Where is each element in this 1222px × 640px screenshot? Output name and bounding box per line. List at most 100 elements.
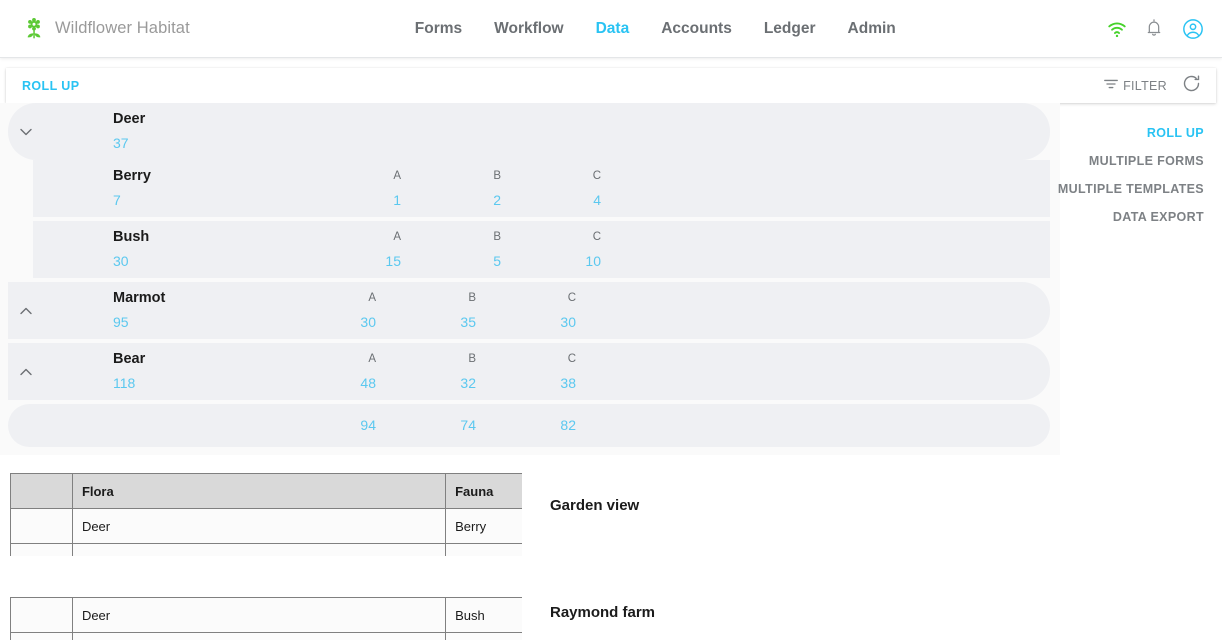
total-a: 94 <box>316 404 376 447</box>
metric-b: B 35 <box>416 282 476 339</box>
table-row <box>10 632 522 640</box>
row-total: 95 <box>113 314 129 330</box>
metric-header: B <box>493 231 501 243</box>
chevron-up-icon[interactable] <box>16 362 36 382</box>
metric-c: C 4 <box>541 160 601 217</box>
metric-value: 38 <box>560 375 576 391</box>
metric-header: C <box>567 353 576 365</box>
totals-row: 94 74 82 <box>8 404 1050 447</box>
flora-fauna-table-2: Deer Bush <box>10 597 522 640</box>
table-cell-flora: Deer <box>71 597 447 633</box>
table-1-label: Garden view <box>550 497 640 514</box>
brand[interactable]: Wildflower Habitat <box>24 17 190 40</box>
metric-b: B 5 <box>441 221 501 278</box>
row-total: 37 <box>113 135 129 151</box>
side-menu-item-roll-up[interactable]: ROLL UP <box>1147 126 1204 140</box>
chevron-down-icon[interactable] <box>16 122 36 142</box>
metric-value: 1 <box>393 192 401 208</box>
row-primary-cell: Bush 30 <box>113 221 149 278</box>
row-name: Berry <box>113 168 151 184</box>
table-2-label: Raymond farm <box>550 604 656 621</box>
table-cell-blank <box>10 543 73 556</box>
table-cell-fauna <box>445 543 522 556</box>
total-value: 74 <box>460 417 476 433</box>
row-name: Bear <box>113 351 146 367</box>
side-menu-item-data-export[interactable]: DATA EXPORT <box>1113 210 1204 224</box>
side-menu-item-multiple-forms[interactable]: MULTIPLE FORMS <box>1089 154 1204 168</box>
top-bar-icons <box>1106 0 1204 58</box>
wifi-icon[interactable] <box>1106 18 1128 40</box>
table-row: Deer Bush <box>10 597 522 633</box>
metric-header: C <box>592 231 601 243</box>
table-header-fauna: Fauna <box>445 473 522 509</box>
metric-value: 35 <box>460 314 476 330</box>
table-header-blank <box>10 473 73 509</box>
table-cell-blank <box>10 632 73 640</box>
metric-b: B 2 <box>441 160 501 217</box>
metric-value: 15 <box>385 253 401 269</box>
metric-value: 10 <box>585 253 601 269</box>
nav-item-forms[interactable]: Forms <box>415 20 462 38</box>
refresh-icon[interactable] <box>1181 73 1202 99</box>
total-c: 82 <box>516 404 576 447</box>
metric-header: C <box>567 292 576 304</box>
table-cell-flora: Deer <box>71 508 447 544</box>
metric-c: C 10 <box>541 221 601 278</box>
row-name: Bush <box>113 229 150 245</box>
toolbar-title[interactable]: ROLL UP <box>22 79 79 93</box>
table-row <box>10 543 522 556</box>
nav-item-accounts[interactable]: Accounts <box>661 20 732 38</box>
metric-c: C 38 <box>516 343 576 400</box>
metric-header: B <box>493 170 501 182</box>
toolbar-actions: FILTER <box>1103 73 1202 99</box>
app-root: Wildflower Habitat Forms Workflow Data A… <box>0 0 1222 640</box>
row-name: Marmot <box>113 290 166 306</box>
total-value: 82 <box>560 417 576 433</box>
main-nav: Forms Workflow Data Accounts Ledger Admi… <box>415 20 896 38</box>
metric-value: 2 <box>493 192 501 208</box>
nav-item-ledger[interactable]: Ledger <box>764 20 816 38</box>
table-row: Deer Berry <box>10 508 522 544</box>
metric-header: B <box>468 292 476 304</box>
metric-header: A <box>393 231 401 243</box>
chevron-up-icon[interactable] <box>16 301 36 321</box>
metric-c: C 30 <box>516 282 576 339</box>
filter-button[interactable]: FILTER <box>1103 76 1167 95</box>
flower-icon <box>24 17 44 40</box>
table-row[interactable]: Bear 118 A 48 B 32 C 38 <box>8 343 1050 400</box>
table-cell-fauna <box>445 632 522 640</box>
metric-value: 48 <box>360 375 376 391</box>
row-primary-cell: Marmot 95 <box>113 282 165 339</box>
row-total: 30 <box>113 253 129 269</box>
top-navigation-bar: Wildflower Habitat Forms Workflow Data A… <box>0 0 1222 58</box>
rollup-toolbar: ROLL UP FILTER <box>6 68 1216 103</box>
table-cell-blank <box>10 508 73 544</box>
table-header-flora: Flora <box>71 473 447 509</box>
nav-item-workflow[interactable]: Workflow <box>494 20 563 38</box>
nav-item-admin[interactable]: Admin <box>848 20 896 38</box>
table-row[interactable]: Deer 37 <box>8 103 1050 160</box>
row-primary-cell: Bear 118 <box>113 343 145 400</box>
table-row[interactable]: Bush 30 A 15 B 5 C 10 <box>33 221 1050 278</box>
metric-value: 4 <box>593 192 601 208</box>
user-avatar-icon[interactable] <box>1182 18 1204 40</box>
metric-value: 30 <box>560 314 576 330</box>
metric-value: 32 <box>460 375 476 391</box>
metric-a: A 30 <box>316 282 376 339</box>
table-cell-fauna: Berry <box>445 508 522 544</box>
side-menu-item-multiple-templates[interactable]: MULTIPLE TEMPLATES <box>1058 182 1204 196</box>
table-cell-blank <box>10 597 73 633</box>
metric-a: A 48 <box>316 343 376 400</box>
bell-icon[interactable] <box>1144 18 1166 40</box>
flora-fauna-table-2-wrapper: Deer Bush <box>10 597 522 640</box>
nav-item-data[interactable]: Data <box>596 20 630 38</box>
metric-value: 5 <box>493 253 501 269</box>
flora-fauna-table-1-wrapper: Flora Fauna Deer Berry <box>10 473 522 556</box>
total-b: 74 <box>416 404 476 447</box>
table-row[interactable]: Berry 7 A 1 B 2 C 4 <box>33 160 1050 217</box>
metric-header: B <box>468 353 476 365</box>
table-row[interactable]: Marmot 95 A 30 B 35 C 30 <box>8 282 1050 339</box>
flora-fauna-table-1: Flora Fauna Deer Berry <box>10 473 522 556</box>
row-total: 7 <box>113 192 121 208</box>
metric-header: C <box>592 170 601 182</box>
